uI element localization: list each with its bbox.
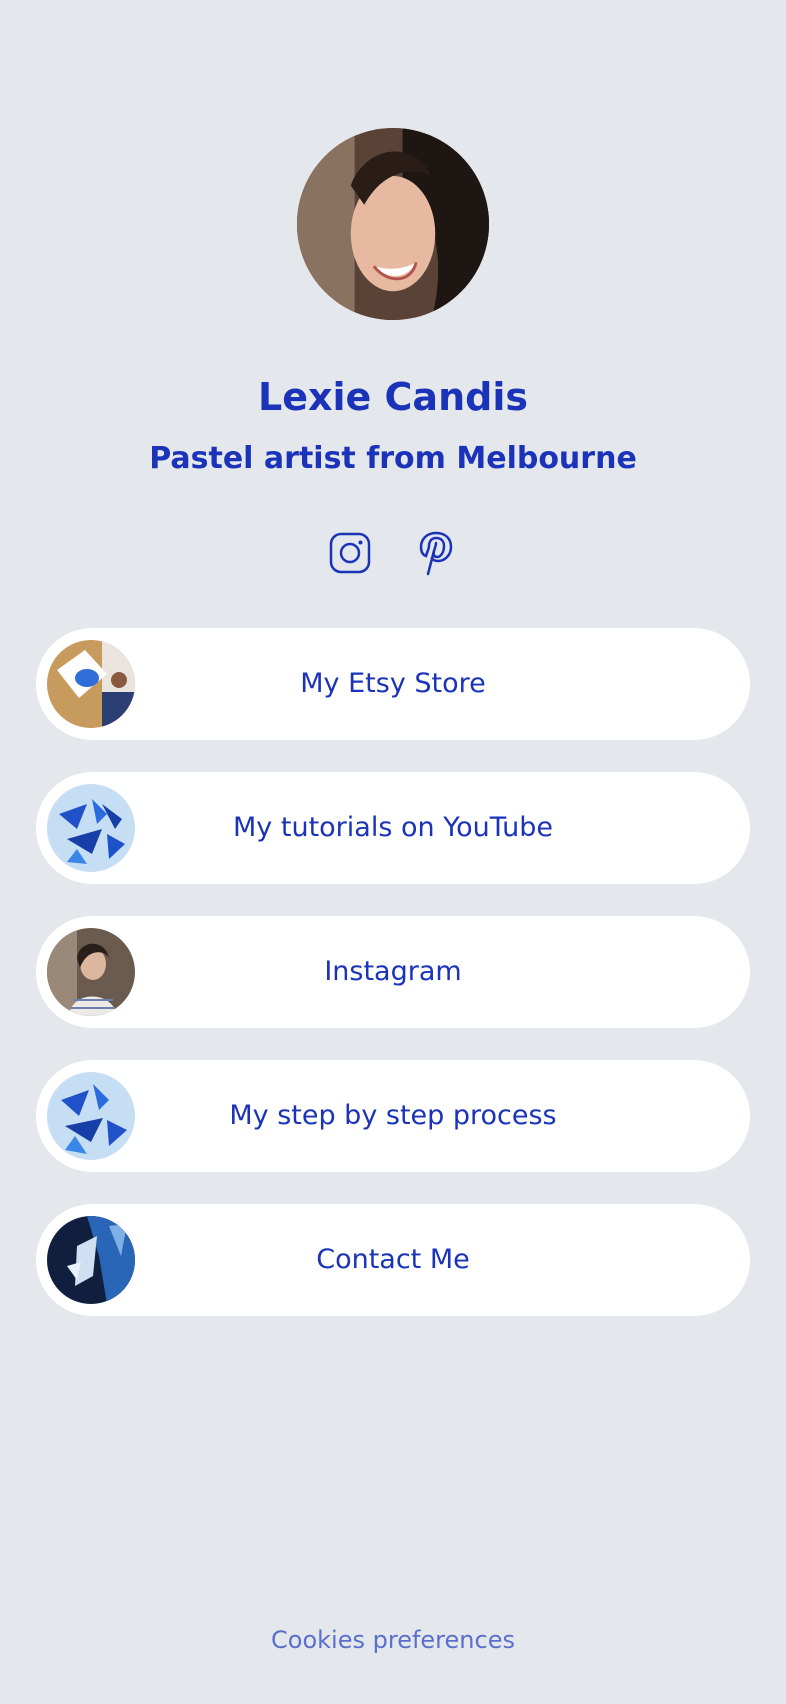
link-etsy-store[interactable]: My Etsy Store xyxy=(36,628,750,740)
link-instagram[interactable]: Instagram xyxy=(36,916,750,1028)
link-thumbnail xyxy=(47,640,135,728)
profile-name: Lexie Candis xyxy=(258,375,528,419)
link-list: My Etsy Store My tutorials on YouTube In… xyxy=(36,628,750,1348)
link-thumbnail xyxy=(47,1216,135,1304)
link-step-by-step[interactable]: My step by step process xyxy=(36,1060,750,1172)
link-thumbnail xyxy=(47,784,135,872)
link-thumbnail xyxy=(47,928,135,1016)
link-label: My tutorials on YouTube xyxy=(233,812,553,843)
social-links xyxy=(0,530,786,576)
link-contact-me[interactable]: Contact Me xyxy=(36,1204,750,1316)
link-youtube-tutorials[interactable]: My tutorials on YouTube xyxy=(36,772,750,884)
link-label: Contact Me xyxy=(316,1244,470,1275)
instagram-icon[interactable] xyxy=(329,530,371,576)
link-label: My step by step process xyxy=(229,1100,557,1131)
profile-subtitle: Pastel artist from Melbourne xyxy=(149,441,637,476)
profile-avatar xyxy=(297,128,489,320)
link-label: Instagram xyxy=(324,956,462,987)
link-label: My Etsy Store xyxy=(300,668,486,699)
pinterest-icon[interactable] xyxy=(415,530,457,576)
link-thumbnail xyxy=(47,1072,135,1160)
cookies-preferences-link[interactable]: Cookies preferences xyxy=(0,1620,786,1660)
